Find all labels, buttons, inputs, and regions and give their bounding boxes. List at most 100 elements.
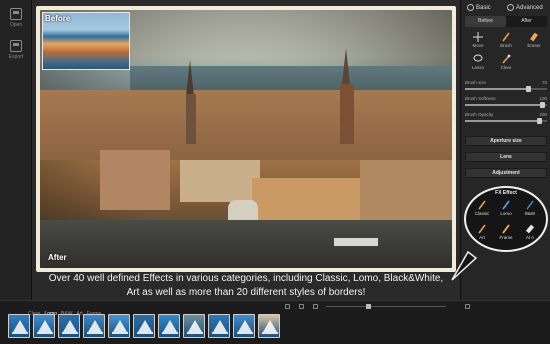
effect-thumbnail[interactable] bbox=[58, 314, 80, 338]
before-label: Before bbox=[45, 14, 71, 23]
fx-title: FX Effect bbox=[495, 190, 517, 196]
move-icon bbox=[473, 32, 483, 42]
folder-icon bbox=[10, 8, 22, 20]
after-label: After bbox=[48, 253, 67, 262]
sailboat-icon bbox=[163, 320, 177, 332]
photo-frame: Before After bbox=[36, 6, 456, 272]
building-right bbox=[360, 160, 452, 220]
promo-caption: Over 40 well defined Effects in various … bbox=[32, 272, 460, 300]
effect-thumbnail[interactable] bbox=[83, 314, 105, 338]
before-button[interactable]: Before bbox=[465, 16, 506, 27]
brush-icon bbox=[501, 200, 511, 210]
fit-icon[interactable] bbox=[313, 304, 318, 309]
brush-opacity-slider[interactable]: Brush Opacity 200 bbox=[465, 112, 547, 126]
radio-icon bbox=[507, 3, 514, 11]
slider-handle[interactable] bbox=[366, 304, 371, 309]
effect-thumbnail[interactable] bbox=[108, 314, 130, 338]
slider-value: 100 bbox=[539, 96, 547, 101]
aperture-size-section[interactable]: Aperture size bbox=[465, 136, 547, 146]
effect-thumbnail[interactable] bbox=[33, 314, 55, 338]
tab-advanced[interactable]: Advanced bbox=[507, 2, 543, 14]
water-background bbox=[130, 66, 452, 92]
effect-thumbnail[interactable] bbox=[208, 314, 230, 338]
brush-size-slider[interactable]: Brush size 70 bbox=[465, 80, 547, 94]
fullscreen-icon[interactable] bbox=[465, 304, 470, 309]
open-button[interactable]: Open bbox=[4, 8, 28, 28]
boat-hull bbox=[237, 332, 253, 334]
sailboat-icon bbox=[138, 320, 152, 332]
filmstrip-scroll-slider[interactable] bbox=[326, 304, 446, 309]
eraser-tool[interactable]: Eraser bbox=[521, 32, 547, 48]
move-label: Move bbox=[472, 43, 484, 48]
grid-icon[interactable] bbox=[285, 304, 290, 309]
fx-frame-button[interactable]: Frame bbox=[494, 224, 518, 240]
fx-art-label: Art bbox=[479, 235, 485, 240]
building-center bbox=[180, 160, 260, 202]
fx-at-a-button[interactable]: At A bbox=[518, 224, 542, 240]
effect-thumbnail[interactable] bbox=[8, 314, 30, 338]
after-photo[interactable]: Before After bbox=[40, 10, 452, 268]
clear-tool[interactable]: Clear bbox=[493, 54, 519, 70]
effect-thumbnail[interactable] bbox=[233, 314, 255, 338]
fx-frame-label: Frame bbox=[499, 235, 513, 240]
tower-spire bbox=[186, 60, 194, 96]
effect-thumbnail[interactable] bbox=[133, 314, 155, 338]
slider-track bbox=[465, 102, 547, 108]
mode-tabs: Basic Advanced bbox=[461, 2, 550, 14]
sailboat-icon bbox=[188, 320, 202, 332]
zoom-icon[interactable] bbox=[299, 304, 304, 309]
eraser-icon bbox=[525, 224, 535, 234]
callout-pointer bbox=[451, 250, 478, 281]
slider-value: 200 bbox=[539, 112, 547, 117]
sailboat-icon bbox=[263, 320, 277, 332]
export-button[interactable]: Export bbox=[4, 40, 28, 60]
brush-tools: Move Brush Eraser Lasso Clear bbox=[465, 32, 547, 76]
brush-tool[interactable]: Brush bbox=[493, 32, 519, 48]
slider-label: Brush size bbox=[465, 80, 487, 85]
before-after-toggle: Before After bbox=[465, 16, 547, 27]
after-button[interactable]: After bbox=[506, 16, 547, 27]
sailboat-icon bbox=[63, 320, 77, 332]
before-preview[interactable]: Before bbox=[42, 12, 130, 70]
boat-hull bbox=[12, 332, 28, 334]
fx-bw-button[interactable]: B&W bbox=[518, 200, 542, 216]
brush-softness-slider[interactable]: Brush Softness 100 bbox=[465, 96, 547, 110]
frame-brush-icon bbox=[501, 224, 511, 234]
tab-basic-label: Basic bbox=[476, 5, 491, 11]
church-spire bbox=[342, 48, 350, 84]
lens-section[interactable]: Lens bbox=[465, 152, 547, 162]
slider-handle[interactable] bbox=[525, 86, 531, 92]
slider-track bbox=[465, 86, 547, 92]
eraser-icon bbox=[529, 32, 539, 42]
sailboat-icon bbox=[38, 320, 52, 332]
slider-label: Brush Softness bbox=[465, 96, 496, 101]
canvas-area: Before After Over 40 well defined Effect… bbox=[32, 0, 460, 300]
boat-hull bbox=[137, 332, 153, 334]
slider-value: 70 bbox=[541, 80, 547, 85]
sailboat-icon bbox=[238, 320, 252, 332]
brush-label: Brush bbox=[500, 43, 512, 48]
fx-bw-label: B&W bbox=[524, 211, 536, 216]
effect-thumbnail[interactable] bbox=[258, 314, 280, 338]
boat-hull bbox=[37, 332, 53, 334]
lasso-tool[interactable]: Lasso bbox=[465, 54, 491, 70]
water-foreground bbox=[40, 220, 452, 268]
caption-line-1: Over 40 well defined Effects in various … bbox=[48, 273, 444, 284]
export-label: Export bbox=[8, 54, 24, 60]
tab-basic[interactable]: Basic bbox=[467, 2, 491, 14]
sailboat-icon bbox=[213, 320, 227, 332]
sailboat-icon bbox=[88, 320, 102, 332]
adjustment-section[interactable]: Adjustment bbox=[465, 168, 547, 178]
effect-thumbnail[interactable] bbox=[158, 314, 180, 338]
lasso-icon bbox=[473, 54, 483, 64]
fx-art-button[interactable]: Art bbox=[470, 224, 494, 240]
radio-icon bbox=[467, 3, 474, 11]
slider-handle[interactable] bbox=[539, 102, 545, 108]
fx-at-a-label: At A bbox=[525, 235, 535, 240]
fx-lomo-button[interactable]: Lomo bbox=[494, 200, 518, 216]
tab-advanced-label: Advanced bbox=[516, 5, 543, 11]
slider-handle[interactable] bbox=[537, 118, 543, 124]
effect-thumbnail[interactable] bbox=[183, 314, 205, 338]
move-tool[interactable]: Move bbox=[465, 32, 491, 48]
fx-classic-button[interactable]: Classic bbox=[470, 200, 494, 216]
